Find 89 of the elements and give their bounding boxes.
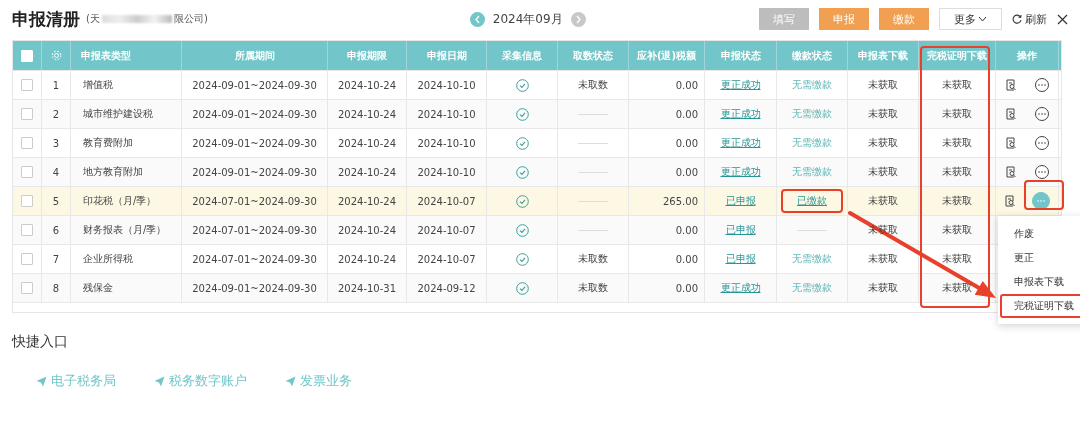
table-cell: 企业所得税 (83, 252, 133, 266)
table-cell: 未取数 (578, 252, 608, 266)
table-cell: 0.00 (675, 108, 698, 120)
table-cell: 未获取 (942, 165, 972, 179)
table-cell: 2024-10-24 (337, 166, 397, 178)
table-cell: 未获取 (942, 107, 972, 121)
table-cell: 0.00 (675, 166, 698, 178)
payment-status: 无需缴款 (792, 165, 832, 179)
table-cell: 地方教育附加 (83, 165, 143, 179)
table-cell: 265.00 (663, 195, 698, 207)
table-cell: 0.00 (675, 137, 698, 149)
table-cell: 未获取 (942, 194, 972, 208)
row-number: 8 (52, 282, 60, 294)
column-header: 所属期间 (234, 48, 275, 63)
table-cell: 印花税（月/季） (83, 194, 157, 208)
month-label: 2024年09月 (492, 10, 563, 28)
table-cell: 2024-10-07 (417, 195, 476, 207)
table-cell: 2024-10-10 (417, 166, 476, 178)
table-cell: 2024-09-01~2024-09-30 (192, 79, 317, 91)
table-cell: 2024-07-01~2024-09-30 (192, 195, 317, 207)
table-cell: 2024-09-01~2024-09-30 (192, 282, 317, 294)
table-cell: 2024-09-01~2024-09-30 (192, 137, 317, 149)
column-header: 完税证明下载 (927, 48, 987, 63)
column-header: 缴款状态 (792, 48, 832, 63)
table-cell: 0.00 (675, 282, 698, 294)
table-cell: 2024-10-10 (417, 108, 476, 120)
section-title: 快捷入口 (12, 333, 69, 351)
table-cell: 2024-10-24 (337, 137, 397, 149)
column-header: 申报期限 (347, 48, 387, 63)
row-number: 3 (52, 137, 60, 149)
page-title: 申报清册 (12, 7, 80, 31)
table-cell: 城市维护建设税 (83, 107, 153, 121)
table-cell: 2024-10-24 (337, 195, 397, 207)
column-header: 取数状态 (573, 48, 613, 63)
column-header: 采集信息 (502, 48, 542, 63)
column-header: 申报日期 (426, 48, 467, 63)
table-cell: 残保金 (83, 281, 113, 295)
table-cell: 2024-07-01~2024-09-30 (192, 224, 317, 236)
table-cell: 未获取 (942, 136, 972, 150)
table-cell: 未取数 (578, 281, 608, 295)
payment-status: 无需缴款 (792, 78, 832, 92)
table-cell: 2024-10-24 (337, 79, 397, 91)
table-cell: 未获取 (868, 107, 898, 121)
table-cell: 2024-10-31 (337, 282, 397, 294)
column-header: 应补(退)税额 (636, 48, 697, 63)
table-cell: 财务报表（月/季） (83, 223, 167, 237)
table-cell: 2024-10-10 (417, 79, 476, 91)
table-cell: 未获取 (868, 194, 898, 208)
table-cell: 2024-10-24 (337, 224, 397, 236)
table-cell: 未取数 (578, 78, 608, 92)
payment-status: 无需缴款 (792, 136, 832, 150)
column-header: 操作 (1017, 48, 1037, 63)
table-cell: 2024-09-01~2024-09-30 (192, 108, 317, 120)
row-number: 7 (52, 253, 60, 265)
table-cell: 未获取 (942, 281, 972, 295)
table-cell: 2024-10-24 (337, 253, 397, 265)
table-cell: 2024-09-01~2024-09-30 (192, 166, 317, 178)
column-header: 申报表类型 (81, 48, 131, 63)
table-cell: 未获取 (868, 165, 898, 179)
row-number: 5 (52, 195, 60, 207)
payment-status: 无需缴款 (792, 252, 832, 266)
row-number: 4 (52, 166, 60, 178)
table-cell: 未获取 (942, 223, 972, 237)
row-number: 2 (52, 108, 60, 120)
column-header: 申报表下载 (858, 48, 908, 63)
row-number: 1 (52, 79, 60, 91)
table-cell: 2024-09-12 (417, 282, 476, 294)
table-cell: 未获取 (942, 78, 972, 92)
table-cell: 2024-10-07 (417, 224, 476, 236)
table-cell: 2024-10-10 (417, 137, 476, 149)
company-name: 限公司) (173, 12, 208, 26)
table-cell: 增值税 (83, 78, 113, 92)
table-cell: 2024-10-24 (337, 108, 397, 120)
table-cell: 教育费附加 (83, 136, 133, 150)
payment-status: 无需缴款 (792, 107, 832, 121)
column-header: 申报状态 (720, 48, 761, 63)
table-cell: 2024-10-07 (417, 253, 476, 265)
table-cell: 未获取 (868, 78, 898, 92)
company-name: (天 (86, 12, 100, 26)
table-cell: 0.00 (675, 253, 698, 265)
row-number: 6 (52, 224, 60, 236)
table-cell: 0.00 (675, 224, 698, 236)
table-cell: 未获取 (868, 136, 898, 150)
payment-status: 无需缴款 (792, 281, 832, 295)
table-cell: 未获取 (868, 281, 898, 295)
table-cell: 未获取 (868, 252, 898, 266)
table-cell: 未获取 (942, 252, 972, 266)
table-cell: 0.00 (675, 79, 698, 91)
table-cell: 2024-07-01~2024-09-30 (192, 253, 317, 265)
